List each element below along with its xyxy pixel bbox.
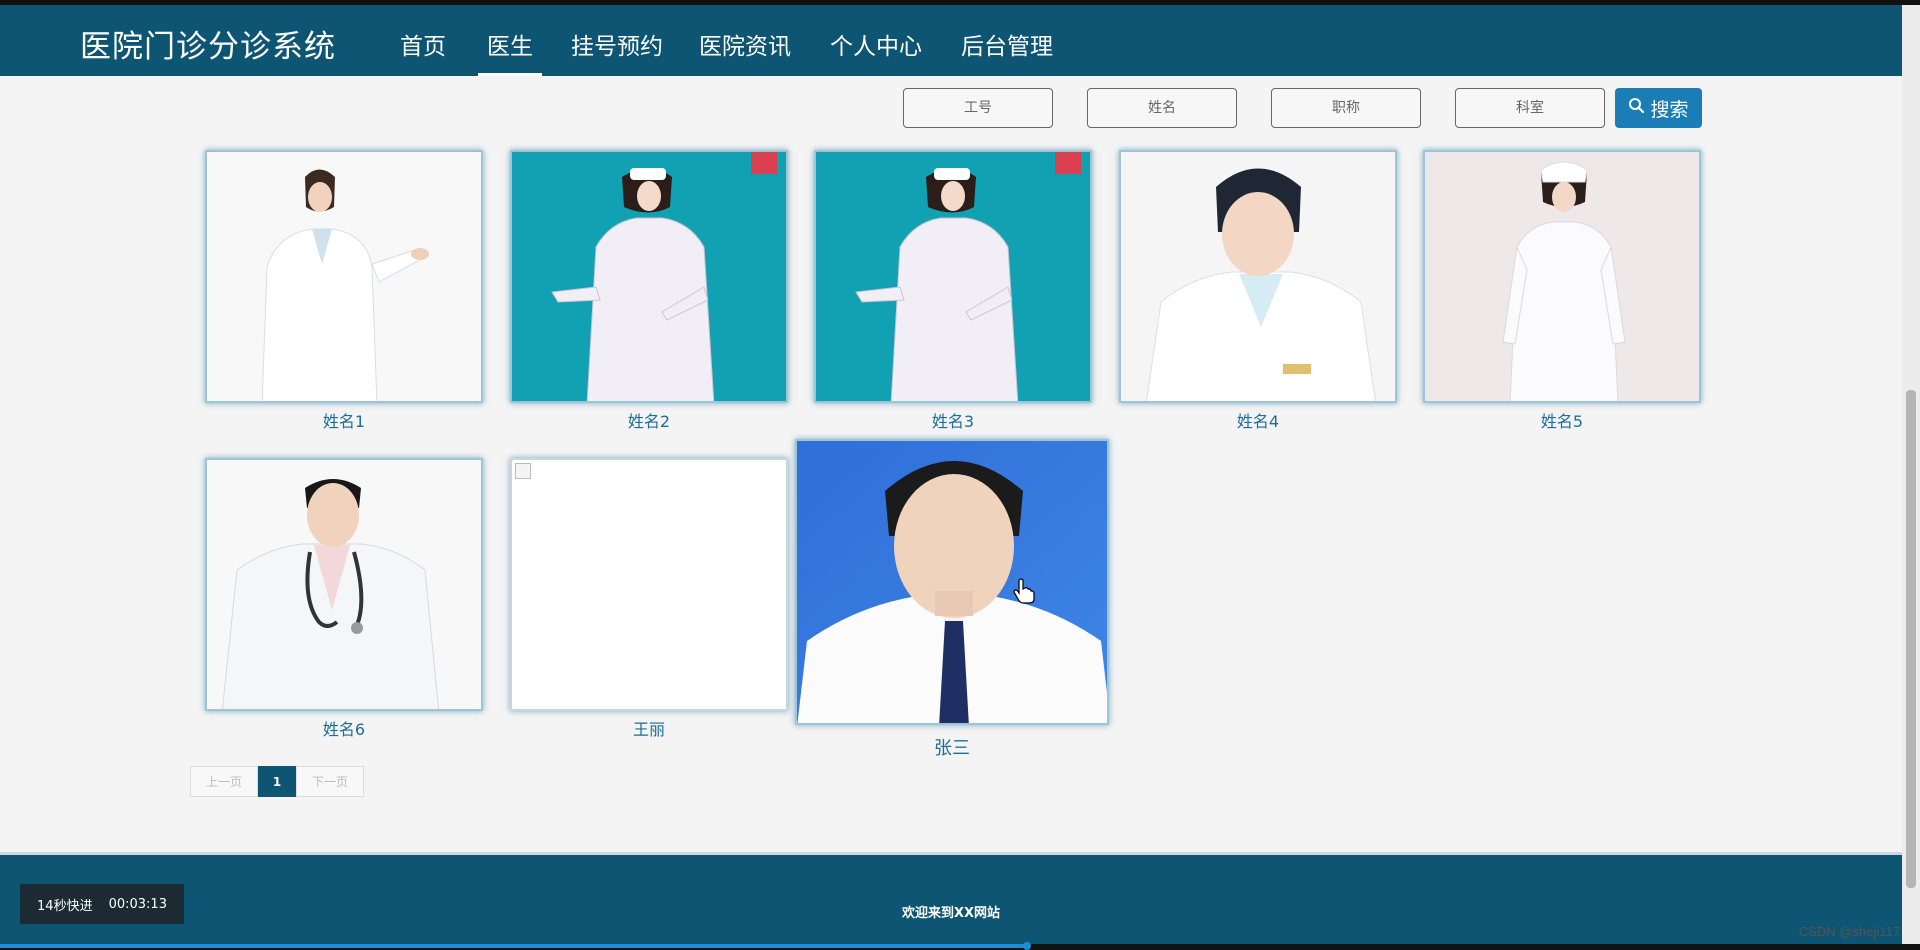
hand-cursor-icon [1013,578,1035,608]
video-progress-fill [0,944,1027,948]
watermark: CSDN @sheji117 [1798,924,1900,939]
doctor-card-photo[interactable] [205,458,483,711]
doctor-card-photo[interactable] [510,150,788,403]
doctor-card-photo-broken[interactable] [510,458,788,711]
page-1-button[interactable]: 1 [258,766,296,797]
next-page-button[interactable]: 下一页 [296,766,364,797]
site-footer: 欢迎来到XX网站 [0,852,1902,944]
doctor-name[interactable]: 王丽 [510,716,788,740]
page-scrollbar[interactable] [1902,5,1920,944]
department-input[interactable] [1455,88,1605,128]
search-icon [1628,97,1645,119]
prev-page-button[interactable]: 上一页 [190,766,258,797]
doctor-name[interactable]: 姓名6 [205,716,483,740]
search-button[interactable]: 搜索 [1615,88,1702,128]
doctor-card-photo[interactable] [205,150,483,403]
name-input[interactable] [1087,88,1237,128]
doctor-name[interactable]: 张三 [813,734,1091,760]
nav-item-news[interactable]: 医院资讯 [699,27,791,61]
playback-time: 00:03:13 [108,896,167,912]
nav-item-personal-center[interactable]: 个人中心 [830,27,922,61]
doctor-name[interactable]: 姓名2 [510,408,788,432]
video-progress-knob[interactable] [1023,942,1031,950]
nav-item-appointment[interactable]: 挂号预约 [571,27,663,61]
search-button-label: 搜索 [1650,98,1689,121]
title-input[interactable] [1271,88,1421,128]
nav-active-indicator [478,73,542,76]
nav-item-admin[interactable]: 后台管理 [961,27,1053,61]
doctor-name[interactable]: 姓名4 [1119,408,1397,432]
staff-id-input[interactable] [903,88,1053,128]
video-progress-bar[interactable] [0,942,1920,950]
nav-item-doctors[interactable]: 医生 [487,27,533,61]
site-logo[interactable]: 医院门诊分诊系统 [80,21,336,66]
doctor-card-photo-hovered[interactable] [795,439,1109,725]
footer-welcome-text: 欢迎来到XX网站 [901,906,1001,921]
skip-forward-label[interactable]: 14秒快进 [37,895,93,914]
doctor-name[interactable]: 姓名1 [205,408,483,432]
broken-image-icon [515,463,531,479]
scrollbar-thumb[interactable] [1906,390,1916,888]
doctor-card-photo[interactable] [1423,150,1701,403]
doctor-card-photo[interactable] [814,150,1092,403]
nav-item-home[interactable]: 首页 [400,27,446,61]
top-navbar: 医院门诊分诊系统 首页 医生 挂号预约 医院资讯 个人中心 后台管理 [0,5,1902,76]
video-player-badge[interactable]: 14秒快进 00:03:13 [20,884,184,924]
doctor-name[interactable]: 姓名3 [814,408,1092,432]
doctor-name[interactable]: 姓名5 [1423,408,1701,432]
doctor-card-photo[interactable] [1119,150,1397,403]
